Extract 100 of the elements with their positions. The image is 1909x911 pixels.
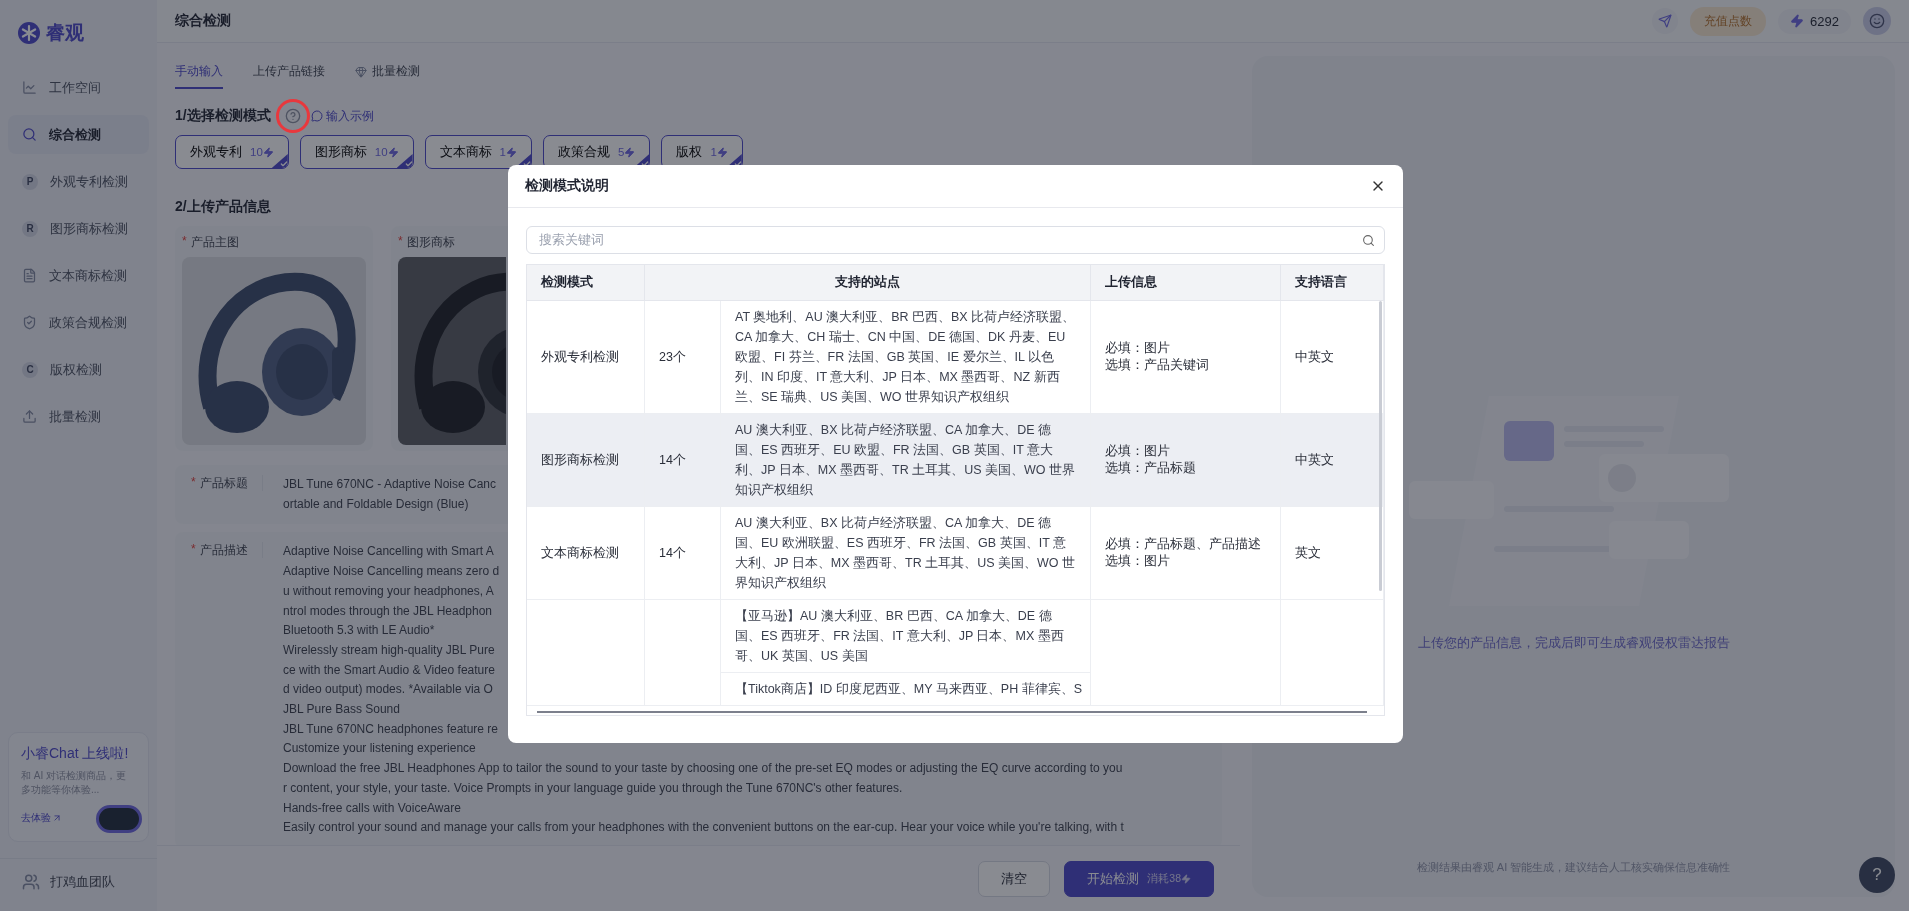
brand-name: 睿观: [46, 21, 84, 45]
letter-icon: C: [22, 361, 38, 378]
required-mark: *: [191, 475, 196, 491]
bolt-icon: [716, 146, 728, 158]
upload-requirement: 选填：产品标题: [1105, 460, 1196, 477]
vertical-scrollbar[interactable]: [1379, 301, 1382, 591]
document-icon: [22, 268, 37, 283]
description-line: Adaptive Noise Cancelling means zero d: [283, 563, 500, 581]
recharge-button[interactable]: 充值点数: [1690, 6, 1767, 36]
shield-icon: [22, 315, 37, 330]
upload-requirement: 必填：产品标题、产品描述: [1105, 536, 1261, 553]
section-title: 2/上传产品信息: [175, 198, 271, 216]
upload-requirement: 选填：产品关键词: [1105, 357, 1209, 374]
column-header: 上传信息: [1091, 265, 1281, 301]
help-icon[interactable]: [284, 108, 301, 124]
sidebar-item[interactable]: 文本商标检测: [8, 256, 149, 295]
bolt-icon: [506, 146, 517, 158]
table-cell: 文本商标检测: [527, 507, 645, 600]
bolt-icon: [624, 146, 636, 158]
upload-requirement: 必填：图片: [1105, 340, 1171, 357]
description-line: r content, your style, your taste. Voice Prompts in your language guide you through the Tune 670NC's other features.: [283, 779, 903, 797]
table-cell: 中英文: [1281, 414, 1384, 507]
sidebar-item[interactable]: R 图形商标检测: [8, 209, 149, 248]
tab[interactable]: 上传产品链接: [253, 59, 325, 89]
sidebar-item[interactable]: 政策合规检测: [8, 303, 149, 342]
chat-icon: [310, 110, 323, 122]
required-mark: *: [182, 234, 187, 250]
required-mark: *: [191, 542, 196, 559]
description-line: Easily control your sound and manage your calls from your headphones with the convenient buttons on the ear-cup. Hear your voice while you're talking, with t: [283, 819, 1124, 837]
description-line: Download the free JBL Headphones App to tailor the sound to your taste by choosing one of the pre-set EQ modes or adjusting the EQ curve according to you: [283, 760, 1123, 778]
upload-icon: [22, 409, 37, 424]
description-line: Adaptive Noise Cancelling with Smart A: [283, 543, 494, 561]
description-line: ntrol modes through the JBL Headphon: [283, 602, 493, 620]
table-cell: AU 澳大利亚、BX 比荷卢经济联盟、CA 加拿大、DE 德国、ES 西班牙、EU 欧盟、FR 法国、GB 英国、IT 意大利、JP 日本、MX 墨西哥、TR 土耳其、US 美国、WO 世界知识产权组织: [721, 414, 1090, 507]
bolt-icon: [1790, 14, 1805, 28]
letter-icon: P: [22, 173, 38, 190]
description-line: d video output) modes. *Available via O: [283, 681, 493, 699]
title-text: ortable and Foldable Design (Blue): [283, 495, 469, 513]
bolt-icon: [1181, 873, 1191, 884]
description-line: Hands-free calls with VoiceAware: [283, 799, 461, 817]
sidebar-item[interactable]: 综合检测: [8, 115, 149, 154]
field-label: 产品标题: [199, 475, 248, 491]
points-count: 6292: [1810, 13, 1839, 29]
gem-icon: [355, 65, 367, 78]
sidebar-item[interactable]: C 版权检测: [8, 350, 149, 389]
description-line: u without removing your headphones, A: [283, 582, 494, 600]
sidebar-item[interactable]: 工作空间: [8, 68, 149, 107]
horizontal-scrollbar[interactable]: [537, 711, 1367, 713]
search-icon: [22, 127, 37, 142]
preview-caption: 上传您的产品信息，完成后即可生成睿观侵权雷达报告: [1417, 634, 1730, 652]
team-name[interactable]: 打鸡血团队: [50, 873, 115, 891]
search-icon: [1362, 234, 1375, 247]
image-label: 产品主图: [190, 234, 239, 251]
promo-title: 小睿Chat 上线啦!: [21, 745, 130, 763]
image-label: 图形商标: [406, 234, 455, 251]
tab[interactable]: 手动输入: [175, 59, 223, 89]
users-icon: [22, 873, 40, 891]
help-button[interactable]: ?: [1859, 857, 1895, 893]
check-icon: [396, 154, 413, 168]
sidebar-item[interactable]: 批量检测: [8, 397, 149, 436]
description-line: Customize your listening experience: [283, 740, 476, 758]
column-header: 支持的站点: [645, 265, 1091, 301]
chart-icon: [22, 80, 37, 95]
upload-requirement: 选填：图片: [1105, 553, 1171, 570]
clear-button[interactable]: 清空: [978, 860, 1051, 897]
description-line: JBL Tune 670NC headphones feature re: [283, 720, 499, 738]
robot-icon: [96, 805, 142, 833]
avatar-icon[interactable]: [1863, 7, 1891, 35]
promo-link[interactable]: 去体验: [21, 811, 62, 825]
bolt-icon: [262, 146, 274, 158]
description-line: Bluetooth 5.3 with LE Audio*: [283, 622, 435, 640]
mode-chip[interactable]: 文本商标 1: [424, 135, 532, 169]
table-cell: 14个: [645, 414, 721, 507]
mode-chip[interactable]: 外观专利 10: [175, 135, 289, 169]
description-line: Wirelessly stream high-quality JBL Pure: [283, 641, 495, 659]
required-mark: *: [398, 234, 403, 250]
table-cell: 英文: [1281, 507, 1384, 600]
logo-icon: [18, 22, 40, 44]
table-cell: 外观专利检测: [527, 301, 645, 414]
table-cell: 14个: [645, 507, 721, 600]
field-label: 产品描述: [199, 542, 248, 559]
example-link[interactable]: 输入示例: [310, 107, 374, 125]
mode-chip[interactable]: 图形商标 10: [299, 135, 414, 169]
highlight-ring: [275, 99, 310, 133]
table-cell: 图形商标检测: [527, 414, 645, 507]
column-header: 支持语言: [1281, 265, 1384, 301]
title-text: JBL Tune 670NC - Adaptive Noise Canc: [283, 476, 496, 493]
send-icon[interactable]: [1652, 8, 1679, 34]
sidebar-item[interactable]: P 外观专利检测: [8, 162, 149, 201]
description-line: ce with the Smart Audio & Video feature: [283, 661, 495, 679]
search-field[interactable]: 搜索关键词: [526, 226, 1385, 254]
tab[interactable]: 批量检测: [355, 59, 420, 89]
description-line: JBL Pure Bass Sound: [283, 701, 400, 719]
page-title: 综合检测: [175, 12, 231, 30]
letter-icon: R: [22, 220, 38, 237]
upload-requirement: 必填：图片: [1105, 443, 1171, 460]
table-cell: 中英文: [1281, 301, 1384, 414]
arrow-icon: [52, 813, 62, 823]
table-cell: 23个: [645, 301, 721, 414]
bolt-icon: [387, 146, 399, 158]
